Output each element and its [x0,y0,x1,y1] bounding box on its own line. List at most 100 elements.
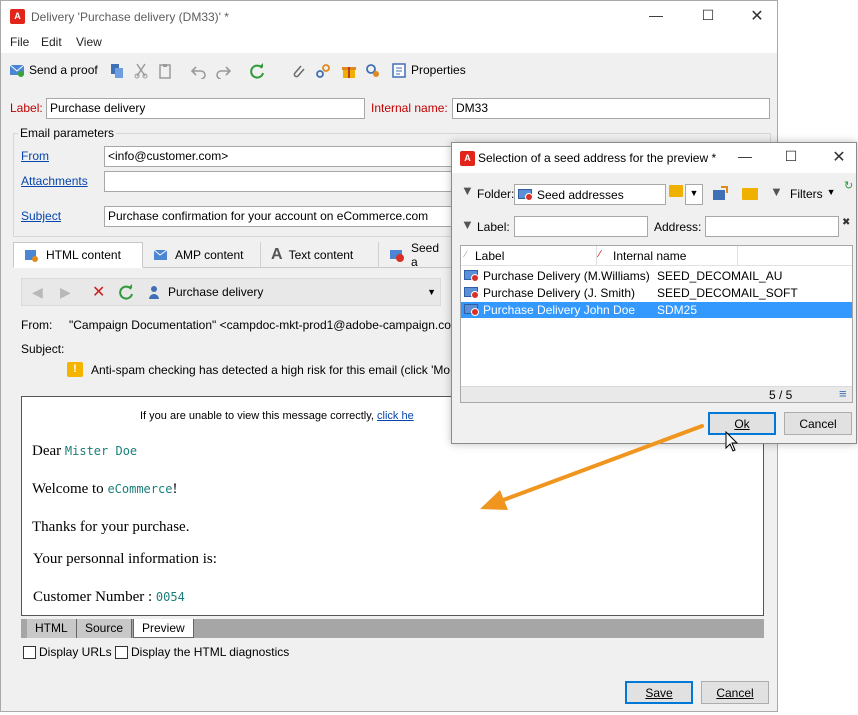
address-filter-input[interactable] [705,216,839,237]
clear-filter-icon[interactable]: ✖ [842,217,850,228]
filters-label: Filters [790,187,823,201]
previous-icon[interactable]: ◀ [32,284,43,301]
refresh-icon[interactable] [249,63,265,79]
row-label: Purchase Delivery John Doe [483,303,636,317]
gift-icon[interactable] [341,63,357,79]
folder-input[interactable]: Seed addresses [514,184,666,205]
list-menu-icon[interactable]: ≡ [839,386,847,401]
attachment-icon[interactable] [290,63,306,79]
tab-preview[interactable]: Preview [133,619,194,638]
folder-icon[interactable] [742,188,758,200]
dialog-minimize-icon[interactable]: — [730,148,760,164]
personalize-icon[interactable] [365,63,381,79]
minimize-icon[interactable]: — [641,7,671,23]
display-diagnostics-checkbox[interactable] [115,645,128,659]
view-notice-link[interactable]: click he [377,410,414,422]
seed-address-icon [464,269,480,283]
column-divider [737,246,738,266]
redo-icon[interactable] [215,63,231,79]
column-divider [596,246,597,266]
dialog-cancel-button[interactable]: Cancel [784,412,852,435]
undo-icon[interactable] [191,63,207,79]
sort-active-icon: ∕ [599,249,601,260]
link-icon[interactable] [315,63,331,79]
cut-icon[interactable] [133,63,149,79]
dialog-maximize-icon[interactable]: ☐ [776,148,806,165]
dialog-close-icon[interactable]: ✕ [824,147,854,167]
internal-name-input[interactable]: DM33 [452,98,770,119]
tab-seed-addresses[interactable]: Seed a [379,241,459,269]
label-filter-icon: ▼ [461,217,474,232]
preview-from-value: "Campaign Documentation" <campdoc-mkt-pr… [69,318,451,332]
open-folder-icon[interactable] [669,185,683,197]
row-internal-name: SEED_DECOMAIL_SOFT [657,286,798,300]
select-folder-icon[interactable] [712,186,728,202]
greeting-name: Mister Doe [64,444,138,458]
menu-file[interactable]: File [10,35,29,49]
seed-addresses-icon [389,250,404,262]
seed-address-dialog: A Selection of a seed address for the pr… [451,142,857,444]
text-content-icon: A [271,246,283,263]
list-header: ∕ Label ∕ Internal name [461,246,852,266]
table-row[interactable]: Purchase Delivery (J. Smith) SEED_DECOMA… [461,285,852,301]
tab-html-content[interactable]: HTML content [13,242,143,268]
send-proof-button[interactable]: Send a proof [9,62,98,78]
title-bar[interactable]: A Delivery 'Purchase delivery (DM33)' * … [1,1,777,33]
filters-refresh-icon[interactable]: ↻ [844,179,853,192]
customer-number-line: Customer Number : 0054 [33,589,185,606]
welcome-site: eCommerce [107,482,173,496]
save-button[interactable]: Save [625,681,693,704]
column-label[interactable]: Label [475,249,504,263]
attachments-link[interactable]: Attachments [21,174,88,188]
tab-text-content[interactable]: A Text content [261,242,379,268]
personal-info-line: Your personnal information is: [33,551,217,567]
welcome-end: ! [172,481,178,497]
label-filter-input[interactable] [514,216,648,237]
adobe-logo-icon: A [10,9,25,24]
tab-html[interactable]: HTML [27,619,77,638]
display-urls-label: Display URLs [39,645,112,659]
folder-dropdown[interactable]: ▼ [685,184,703,205]
seed-address-icon [464,303,480,317]
next-icon[interactable]: ▶ [60,284,71,301]
ok-button[interactable]: Ok [708,412,776,435]
tab-amp-content[interactable]: AMP content [143,242,261,268]
close-icon[interactable]: ✕ [742,6,772,26]
subject-link[interactable]: Subject [21,209,61,223]
window-title: Delivery 'Purchase delivery (DM33)' * [31,10,229,24]
display-urls-option[interactable]: Display URLs [23,645,112,659]
list-footer: 5 / 5 ≡ [461,386,852,402]
paste-icon[interactable] [157,63,173,79]
from-link[interactable]: From [21,149,49,163]
ok-label: Ok [734,416,750,431]
menu-view[interactable]: View [76,35,102,49]
filters-button[interactable]: Filters ▼ [790,187,836,201]
dialog-title-bar[interactable]: A Selection of a seed address for the pr… [452,143,856,173]
display-diagnostics-option[interactable]: Display the HTML diagnostics [115,645,289,659]
column-internal-name[interactable]: Internal name [613,249,686,263]
menu-edit[interactable]: Edit [41,35,62,49]
customer-number-label: Customer Number : [33,589,153,605]
display-urls-checkbox[interactable] [23,645,36,659]
table-row[interactable]: Purchase Delivery (M.Williams) SEED_DECO… [461,268,852,284]
row-label: Purchase Delivery (J. Smith) [483,286,636,300]
refresh-preview-icon[interactable] [118,284,134,300]
recipient-selector[interactable]: Purchase delivery ▼ [146,282,436,302]
table-row-selected[interactable]: Purchase Delivery John Doe SDM25 [461,302,852,318]
maximize-icon[interactable]: ☐ [693,7,723,24]
user-icon [149,286,159,299]
dialog-title: Selection of a seed address for the prev… [478,151,717,165]
label-input[interactable]: Purchase delivery [46,98,365,119]
greeting-text: Dear [32,443,62,459]
copy-icon[interactable] [109,63,125,79]
antispam-warning[interactable]: Anti-spam checking has detected a high r… [91,363,450,377]
tab-source[interactable]: Source [77,619,133,638]
folder-value: Seed addresses [537,187,624,202]
cancel-button[interactable]: Cancel [701,681,769,704]
delete-icon[interactable]: ✕ [92,282,105,302]
properties-button[interactable]: Properties [391,62,466,78]
sort-icon: ∕ [465,249,467,259]
filters-chevron-down-icon: ▼ [826,187,836,197]
preview-toolbar: ◀ ▶ ✕ Purchase delivery ▼ [21,278,441,306]
folder-filter-icon: ▼ [461,183,474,198]
